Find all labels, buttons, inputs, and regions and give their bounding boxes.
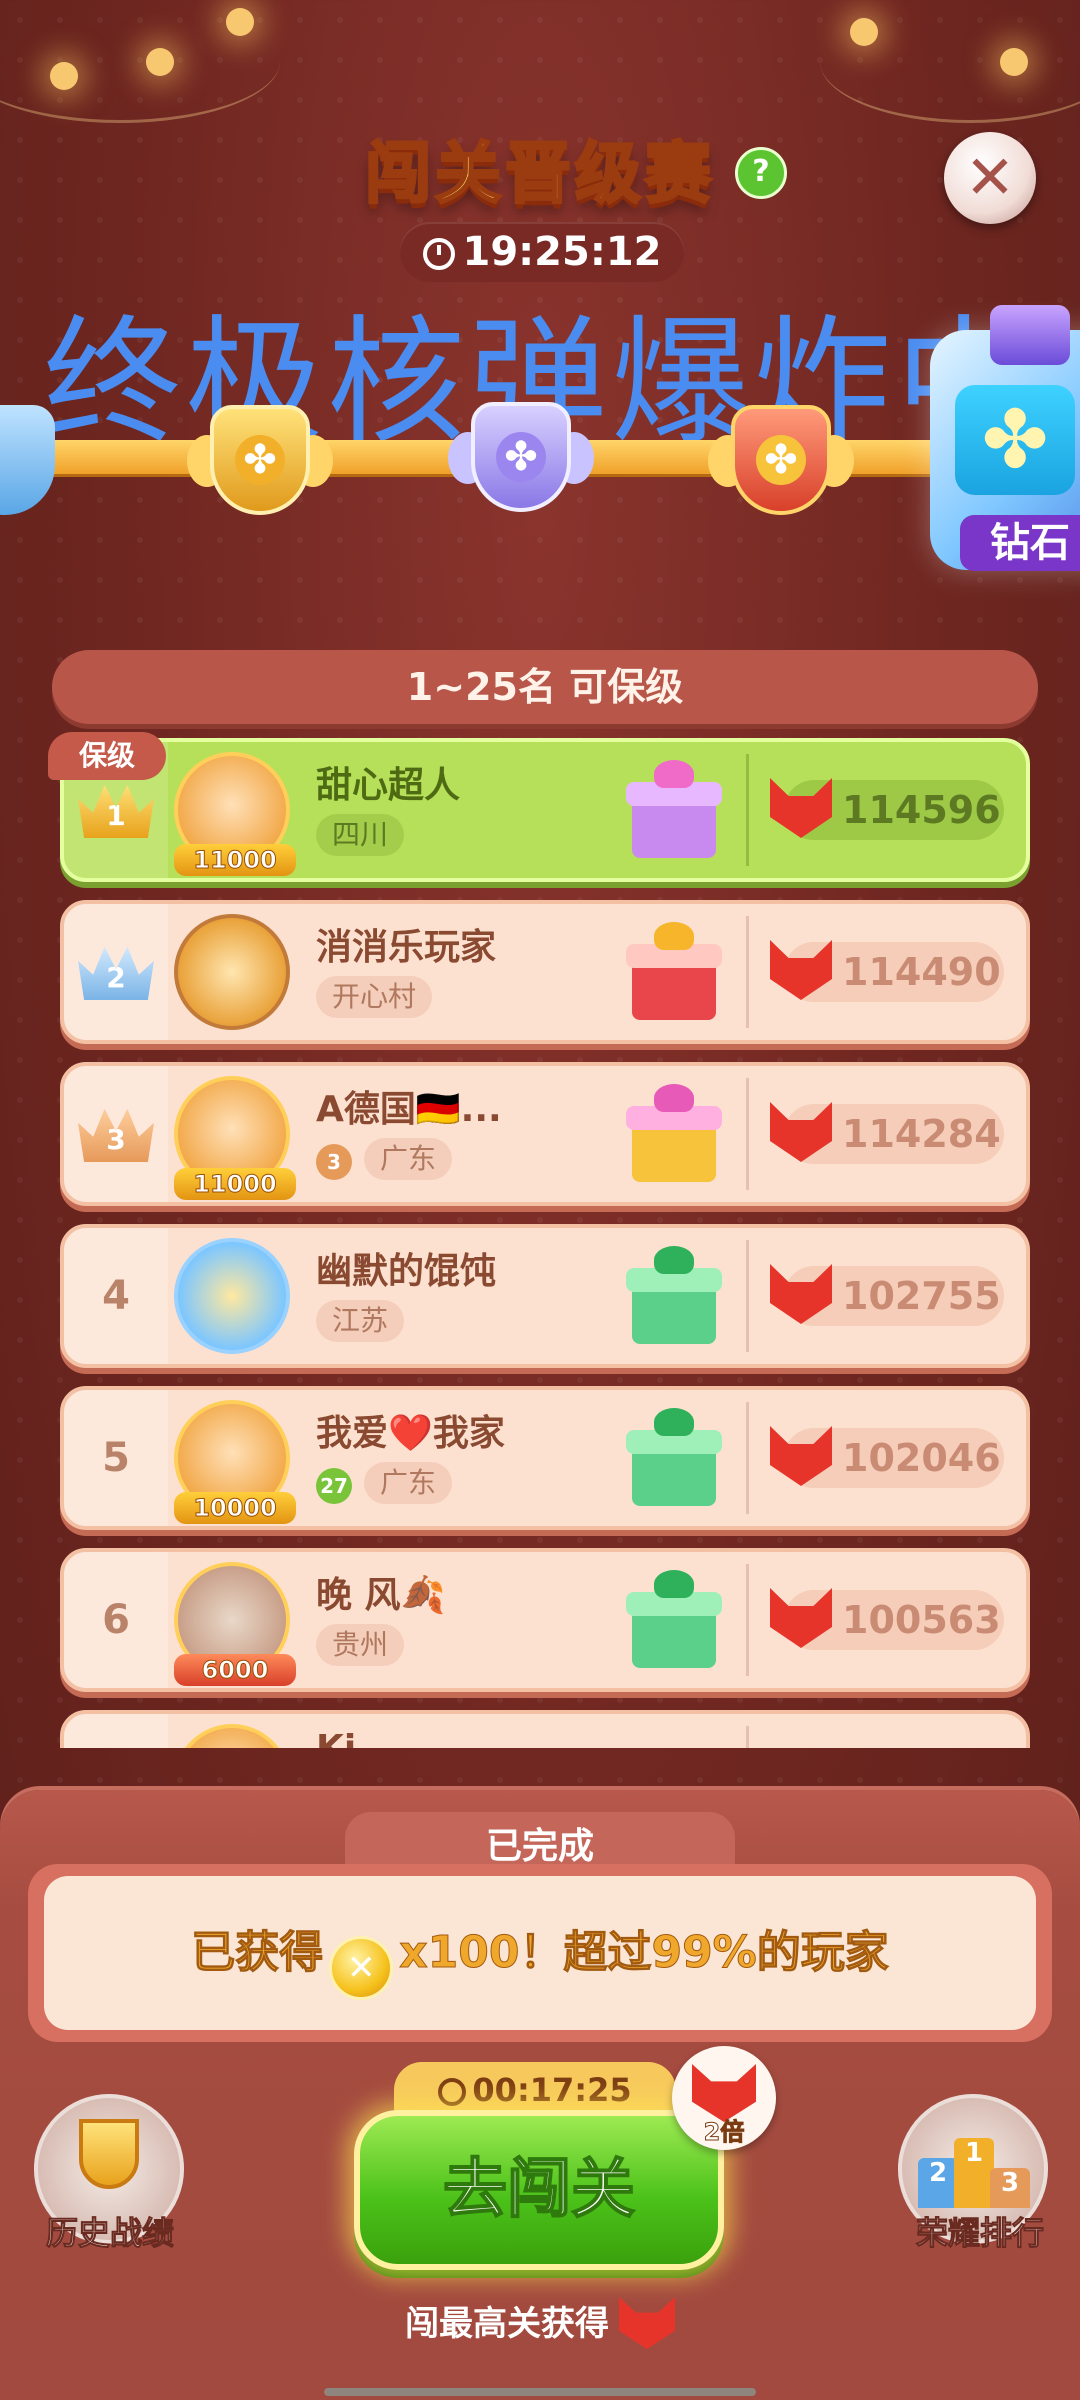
- score-value: 102046: [842, 1436, 1001, 1480]
- row-divider: [746, 1078, 749, 1190]
- red-clover-badge-icon: ✤: [708, 395, 854, 525]
- score-value: 114490: [842, 950, 1001, 994]
- player-name: A德国🇩🇪...: [316, 1089, 502, 1130]
- rank-number: 4: [102, 1273, 130, 1319]
- row-divider: [746, 1564, 749, 1676]
- multiplier-label: 2倍: [703, 2118, 745, 2147]
- leaderboard-row[interactable]: 4 幽默的馄饨 江苏 102755: [60, 1224, 1030, 1368]
- reward-suffix: ！超过99%的玩家: [519, 1927, 889, 1979]
- light-bulb: [1000, 48, 1028, 76]
- gold-clover-badge-icon: ✤: [187, 395, 333, 525]
- footer-hint: 闯最高关获得: [0, 2296, 1080, 2349]
- leaderboard-row[interactable]: 5 10000 我爱❤️我家 27 广东 102046: [60, 1386, 1030, 1530]
- score-value: 102755: [842, 1274, 1001, 1318]
- avatar-frame-tag: 11000: [174, 844, 296, 876]
- player-name: 消消乐玩家: [316, 927, 497, 968]
- reward-prefix: 已获得: [191, 1927, 324, 1979]
- region-tag: 开心村: [316, 976, 433, 1018]
- reward-amount: x100: [399, 1927, 520, 1979]
- region-tag: 贵州: [316, 1624, 405, 1666]
- safe-zone-banner: 1~25名 可保级: [52, 650, 1038, 724]
- region-tag: 四川: [316, 814, 405, 856]
- pink-gift-icon[interactable]: [624, 1082, 724, 1186]
- player-name: 甜心超人: [316, 765, 461, 806]
- leaderboard-list[interactable]: 1 11000 甜心超人 四川 114596 2 消消乐玩家 开心村 11449…: [0, 736, 1080, 1748]
- stage-countdown-text: 00:17:25: [472, 2071, 632, 2109]
- footer-hint-text: 闯最高关获得: [405, 2304, 609, 2344]
- light-bulb: [146, 48, 174, 76]
- region-tag: 江苏: [316, 1300, 405, 1342]
- rank-number: 6: [102, 1597, 130, 1643]
- leaderboard-row[interactable]: 2 消消乐玩家 开心村 114490: [60, 900, 1030, 1044]
- blue-shield-badge-icon: [0, 395, 70, 525]
- leaderboard-row-self[interactable]: 1 11000 甜心超人 四川 114596: [60, 738, 1030, 882]
- green-gift-icon[interactable]: [624, 1244, 724, 1348]
- light-bulb: [50, 62, 78, 90]
- light-bulb: [226, 8, 254, 36]
- history-label: 历史战绩: [45, 2214, 174, 2253]
- leaderboard-row[interactable]: 3 11000 A德国🇩🇪... 3 广东 114284: [60, 1062, 1030, 1206]
- page-title: 闯关晋级赛: [364, 134, 715, 214]
- avatar-frame-tag: 10000: [174, 1492, 296, 1524]
- podium-icon: 2: [918, 2158, 958, 2208]
- rank-cell: [64, 1714, 168, 1748]
- level-badge: 3: [316, 1144, 352, 1180]
- trophy-icon: [79, 2119, 139, 2189]
- region-tag: 广东: [364, 1138, 453, 1180]
- row-divider: [746, 916, 749, 1028]
- clock-icon: [438, 2078, 467, 2106]
- leaderboard-row[interactable]: Ki: [60, 1710, 1030, 1748]
- leaderboard-row[interactable]: 6 6000 晚 风🍂 贵州 100563: [60, 1548, 1030, 1692]
- green-gift-icon[interactable]: [624, 1568, 724, 1672]
- player-name: 幽默的馄饨: [316, 1251, 497, 1292]
- player-name: 晚 风🍂: [316, 1575, 446, 1616]
- row-divider: [746, 1240, 749, 1352]
- close-button[interactable]: ✕: [944, 132, 1036, 224]
- avatar[interactable]: [174, 914, 290, 1030]
- podium-icon: 1: [954, 2138, 994, 2208]
- red-gift-icon[interactable]: [624, 920, 724, 1024]
- home-indicator[interactable]: [324, 2388, 756, 2396]
- header: 闯关晋级赛: [0, 120, 1080, 216]
- podium-icon: 3: [990, 2168, 1030, 2208]
- score-value: 114596: [842, 788, 1001, 832]
- player-name: Ki: [316, 1728, 356, 1748]
- green-gift-icon[interactable]: [624, 1406, 724, 1510]
- help-icon[interactable]: ?: [735, 147, 787, 199]
- avatar-frame-tag: 11000: [174, 1168, 296, 1200]
- avatar[interactable]: [174, 1238, 290, 1354]
- coin-icon: ✕: [329, 1936, 394, 2000]
- player-name: 我爱❤️我家: [316, 1413, 505, 1454]
- fox-icon: [619, 2297, 675, 2349]
- diamond-tier-badge-icon: ✤ 钻石: [930, 305, 1080, 571]
- reward-message: 已获得 ✕ x100！超过99%的玩家: [44, 1876, 1036, 2030]
- ranking-label: 荣耀排行: [915, 2214, 1044, 2253]
- light-bulb: [850, 18, 878, 46]
- double-reward-badge: 2倍: [672, 2046, 776, 2150]
- avatar[interactable]: [174, 1724, 290, 1748]
- level-badge: 27: [316, 1468, 352, 1504]
- rank-number: 5: [102, 1435, 130, 1481]
- countdown-text: 19:25:12: [462, 229, 662, 275]
- region-tag: 广东: [364, 1462, 453, 1504]
- go-play-button[interactable]: 去闯关: [354, 2110, 724, 2270]
- current-tier-label: 钻石: [960, 515, 1080, 571]
- row-divider: [746, 754, 749, 866]
- score-value: 114284: [842, 1112, 1001, 1156]
- row-divider: [746, 1402, 749, 1514]
- clock-icon: [422, 238, 455, 270]
- safe-zone-tag: 保级: [48, 732, 166, 780]
- purple-clover-badge-icon: ✤: [448, 392, 594, 522]
- purple-gift-icon[interactable]: [624, 758, 724, 862]
- score-value: 100563: [842, 1598, 1001, 1642]
- avatar-frame-tag: 6000: [174, 1654, 296, 1686]
- row-divider: [746, 1726, 749, 1748]
